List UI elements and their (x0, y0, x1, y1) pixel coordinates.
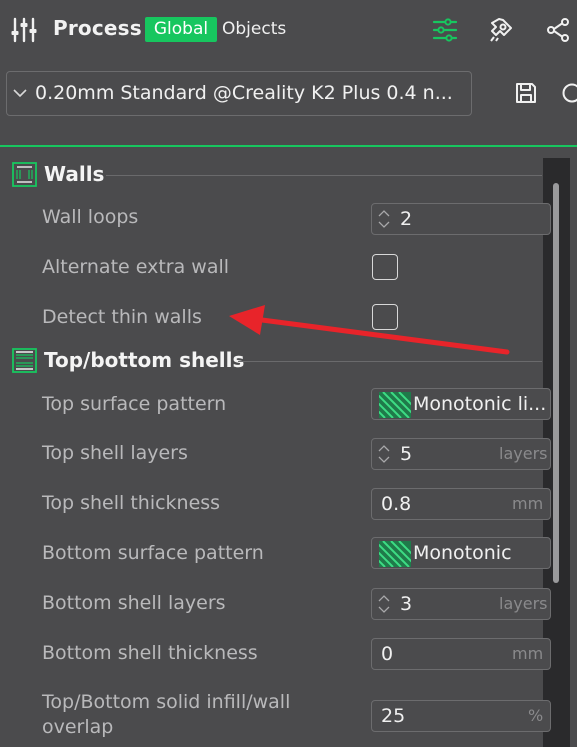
unit-mm: mm (512, 644, 544, 663)
label-solid-infill-wall-overlap-line2: overlap (42, 716, 114, 738)
solid-infill-wall-overlap-value: 25 (381, 705, 406, 727)
spin-arrows-icon[interactable] (376, 592, 392, 616)
section-divider (106, 175, 542, 176)
section-title-walls: Walls (44, 162, 105, 186)
bottom-surface-pattern-value: Monotonic (413, 542, 512, 564)
section-title-top-bottom-shells: Top/bottom shells (44, 348, 245, 372)
process-header: Process Global Objects (0, 0, 577, 60)
unit-layers: layers (499, 594, 548, 613)
bottom-shell-layers-spinbox[interactable]: 3 layers (371, 588, 551, 620)
monotonic-pattern-icon (379, 541, 411, 567)
bottom-shell-layers-value: 3 (400, 593, 413, 615)
top-surface-pattern-value: Monotonic li... (413, 393, 547, 415)
walls-icon (12, 162, 37, 187)
solid-infill-wall-overlap-input[interactable]: 25 % (371, 700, 551, 732)
panel-title: Process (53, 16, 142, 40)
section-divider (238, 361, 542, 362)
compare-share-icon[interactable] (545, 17, 571, 43)
label-top-shell-thickness: Top shell thickness (42, 492, 221, 514)
alternate-extra-wall-checkbox[interactable] (372, 254, 398, 280)
bottom-surface-pattern-select[interactable]: Monotonic (371, 537, 551, 569)
top-surface-pattern-select[interactable]: Monotonic li... (371, 388, 551, 420)
top-shell-layers-spinbox[interactable]: 5 layers (371, 438, 551, 470)
top-shell-layers-value: 5 (400, 443, 413, 465)
parameter-list-icon[interactable] (432, 17, 458, 43)
top-shell-thickness-value: 0.8 (381, 493, 412, 515)
preset-name: 0.20mm Standard @Creality K2 Plus 0.4 n.… (35, 82, 453, 104)
label-wall-loops: Wall loops (42, 206, 139, 228)
process-sliders-icon (11, 17, 37, 43)
chevron-down-icon (13, 89, 27, 98)
preset-dropdown[interactable]: 0.20mm Standard @Creality K2 Plus 0.4 n.… (6, 71, 472, 116)
advanced-settings-icon[interactable] (488, 17, 514, 43)
bottom-shell-thickness-value: 0 (381, 643, 394, 665)
compare-icon[interactable] (560, 81, 577, 105)
label-top-shell-layers: Top shell layers (42, 442, 188, 464)
wall-loops-spinbox[interactable]: 2 (371, 203, 551, 235)
label-detect-thin-walls: Detect thin walls (42, 306, 202, 328)
wall-loops-value: 2 (400, 208, 413, 230)
top-shell-thickness-input[interactable]: 0.8 mm (371, 488, 551, 520)
monotonic-line-pattern-icon (379, 392, 411, 418)
tab-objects[interactable]: Objects (222, 17, 286, 42)
tab-global[interactable]: Global (145, 17, 217, 42)
label-solid-infill-wall-overlap-line1: Top/Bottom solid infill/wall (42, 691, 291, 713)
shells-icon (12, 348, 37, 373)
bottom-shell-thickness-input[interactable]: 0 mm (371, 638, 551, 670)
unit-mm: mm (512, 494, 544, 513)
label-bottom-surface-pattern: Bottom surface pattern (42, 542, 264, 564)
label-top-surface-pattern: Top surface pattern (42, 393, 227, 415)
unit-layers: layers (499, 444, 548, 463)
save-icon[interactable] (514, 81, 538, 105)
label-alternate-extra-wall: Alternate extra wall (42, 256, 230, 278)
label-bottom-shell-thickness: Bottom shell thickness (42, 642, 258, 664)
scrollbar-thumb[interactable] (553, 183, 559, 583)
spin-arrows-icon[interactable] (376, 207, 392, 231)
detect-thin-walls-checkbox[interactable] (372, 304, 398, 330)
spin-arrows-icon[interactable] (376, 442, 392, 466)
label-bottom-shell-layers: Bottom shell layers (42, 592, 226, 614)
unit-percent: % (528, 706, 544, 725)
header-divider (0, 145, 577, 147)
